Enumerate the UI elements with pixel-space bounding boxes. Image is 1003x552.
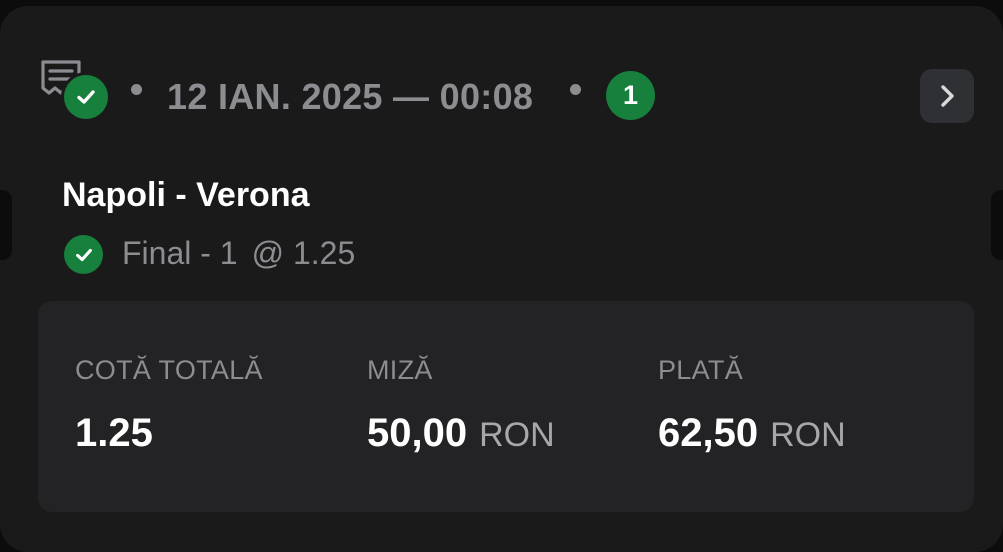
stake-value: 50,00 RON	[367, 411, 555, 456]
selection-odds: @ 1.25	[251, 235, 356, 271]
selection-check-icon	[64, 235, 103, 274]
stake-amount: 50,00	[367, 411, 468, 455]
chevron-right-icon	[941, 85, 954, 107]
total-odds-number: 1.25	[75, 411, 153, 455]
match-title: Napoli - Verona	[62, 176, 310, 214]
payout-value: 62,50 RON	[658, 411, 846, 456]
ticket-notch-left	[0, 190, 12, 260]
bet-ticket-card[interactable]: 12 IAN. 2025 — 00:08 1 Napoli - Verona F…	[0, 6, 1003, 552]
payout-currency: RON	[770, 416, 846, 454]
stake-currency: RON	[479, 416, 555, 454]
ticket-date-time: 12 IAN. 2025 — 00:08	[167, 76, 534, 117]
ticket-won-check-icon	[64, 75, 108, 119]
payout-label: PLATĂ	[658, 355, 744, 385]
total-odds-value: 1.25	[75, 411, 153, 456]
selection-line: Final - 1 @ 1.25	[122, 235, 355, 272]
separator-dot	[131, 84, 142, 95]
stake-label: MIZĂ	[367, 355, 433, 385]
selections-count-badge: 1	[606, 71, 655, 120]
ticket-notch-right	[991, 190, 1003, 260]
open-ticket-button[interactable]	[920, 69, 974, 123]
separator-dot	[570, 84, 581, 95]
total-odds-label: COTĂ TOTALĂ	[75, 355, 263, 385]
selection-market: Final - 1	[122, 235, 238, 271]
payout-amount: 62,50	[658, 411, 759, 455]
bet-summary-panel: COTĂ TOTALĂ 1.25 MIZĂ 50,00 RON PLATĂ 62,…	[38, 301, 974, 512]
